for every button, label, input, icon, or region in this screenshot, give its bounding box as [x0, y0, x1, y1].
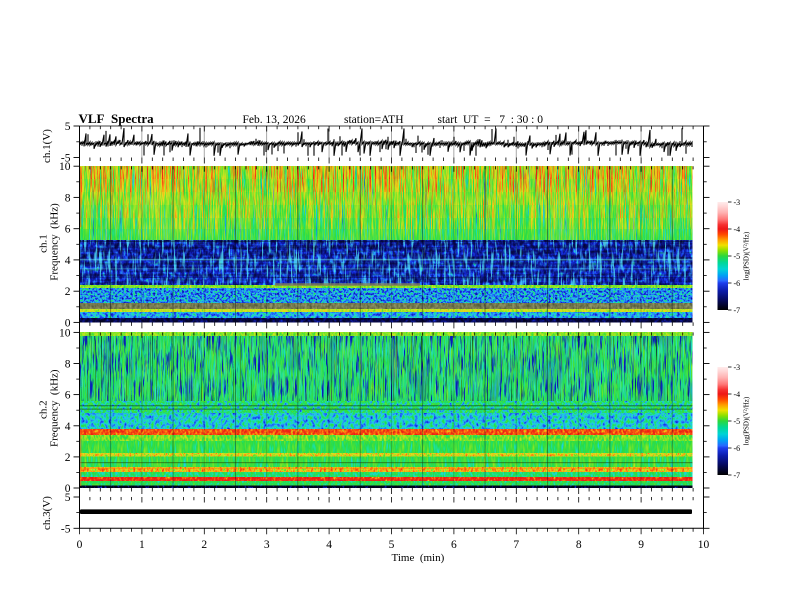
svg-text:-5: -5 — [61, 523, 71, 535]
svg-text:Frequency (kHz): Frequency (kHz) — [49, 203, 61, 281]
svg-text:ch.1(V): ch.1(V) — [41, 129, 53, 163]
svg-text:4: 4 — [65, 421, 71, 433]
svg-text:5: 5 — [65, 492, 71, 504]
svg-text:ch.3(V): ch.3(V) — [41, 496, 53, 530]
svg-text:Time (min): Time (min) — [392, 552, 445, 564]
svg-text:-3: -3 — [734, 198, 741, 207]
svg-text:Frequency (kHz): Frequency (kHz) — [49, 369, 61, 447]
svg-text:-6: -6 — [734, 444, 741, 453]
svg-text:log(PSD)(V²/Hz): log(PSD)(V²/Hz) — [743, 396, 751, 445]
svg-text:8: 8 — [65, 359, 71, 371]
svg-text:6: 6 — [65, 224, 71, 236]
svg-text:Feb. 13, 2026: Feb. 13, 2026 — [243, 114, 307, 126]
svg-text:-7: -7 — [734, 471, 741, 480]
svg-text:10: 10 — [698, 539, 710, 551]
svg-text:4: 4 — [65, 255, 71, 267]
svg-text:7: 7 — [513, 539, 519, 551]
svg-text:8: 8 — [576, 539, 582, 551]
svg-text:5: 5 — [389, 539, 395, 551]
svg-text:4: 4 — [326, 539, 332, 551]
svg-text:10: 10 — [59, 327, 71, 339]
svg-text:-5: -5 — [61, 153, 71, 165]
svg-text:8: 8 — [65, 192, 71, 204]
svg-text:station=ATH: station=ATH — [344, 114, 404, 126]
svg-text:-3: -3 — [734, 363, 741, 372]
svg-text:6: 6 — [65, 390, 71, 402]
svg-text:-4: -4 — [734, 225, 741, 234]
svg-text:2: 2 — [65, 286, 71, 298]
svg-text:1: 1 — [139, 539, 145, 551]
svg-text:5: 5 — [65, 121, 71, 133]
svg-text:-4: -4 — [734, 390, 741, 399]
svg-text:2: 2 — [65, 452, 71, 464]
svg-text:VLF Spectra: VLF Spectra — [79, 111, 155, 126]
svg-text:3: 3 — [264, 539, 270, 551]
svg-text:9: 9 — [638, 539, 644, 551]
svg-text:0: 0 — [77, 539, 83, 551]
svg-text:-5: -5 — [734, 252, 741, 261]
svg-text:log(PSD)(V²/Hz): log(PSD)(V²/Hz) — [743, 231, 751, 280]
svg-text:-5: -5 — [734, 417, 741, 426]
svg-text:2: 2 — [201, 539, 207, 551]
svg-text:start UT = 7 : 30 : 0: start UT = 7 : 30 : 0 — [438, 114, 544, 126]
svg-text:-7: -7 — [734, 306, 741, 315]
svg-text:-6: -6 — [734, 279, 741, 288]
svg-text:6: 6 — [451, 539, 457, 551]
